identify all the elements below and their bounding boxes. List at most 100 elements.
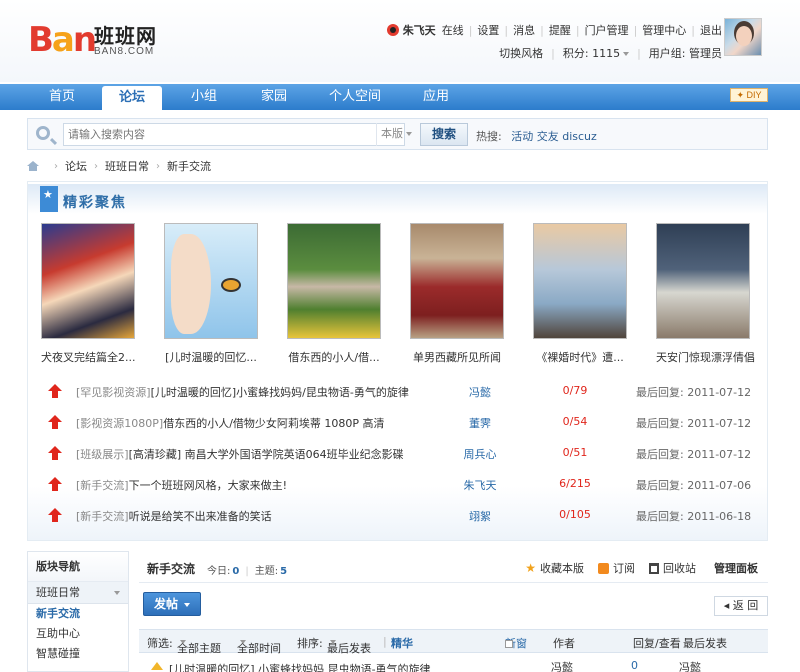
search-icon [36,126,50,140]
featured-pic[interactable]: 《裸婚时代》遭... [533,223,627,365]
featured-thumbnail[interactable] [287,223,381,339]
board-group-toggle[interactable]: 班班日常 [28,582,128,604]
last-post-column: 最后发表 [683,637,727,650]
featured-caption[interactable]: [儿时温暖的回忆... [164,349,258,365]
reminders-link[interactable]: 提醒 [549,22,571,38]
thread-category[interactable]: [罕见影视资源] [76,386,151,399]
thread-title-text[interactable]: [儿时温暖的回忆]小蜜蜂找妈妈/昆虫物语-勇气的旋律 [151,386,409,399]
hot-search-link[interactable]: discuz [562,130,597,143]
thread-last-reply: 最后回复: 2011-07-12 [636,448,752,461]
featured-thumbnail[interactable] [656,223,750,339]
settings-link[interactable]: 设置 [477,22,499,38]
thread-title[interactable]: [班级展示][高清珍藏] 南昌大学外国语学院英语064班毕业纪念影碟 [76,446,416,462]
thread-title-text[interactable]: 下一个班班网风格，大家来做主! [129,479,287,492]
thread-author[interactable]: 周兵心 [450,446,510,462]
featured-pic[interactable]: 借东西的小人/借... [287,223,381,365]
featured-pic[interactable]: 天安门惊现漂浮倩倡 [656,223,755,365]
board-nav-item[interactable]: 新手交流 [28,604,128,624]
thread-title[interactable]: [新手交流]听说是给笑不出来准备的笑话 [76,508,416,524]
diy-button[interactable]: ✦ DIY [730,88,768,102]
new-post-button[interactable]: 发帖 [143,592,201,616]
thread-title[interactable]: [儿时温暖的回忆] 小蜜蜂找妈妈 昆虫物语-勇气的旋律 [169,661,469,672]
online-status: 在线 [441,24,464,37]
search-scope-select[interactable]: 本版 [376,123,418,146]
site-logo[interactable]: Ban 班班网 BAN8.COM [28,14,168,62]
featured-thumbnail[interactable] [164,223,258,339]
divider: | [383,635,387,648]
tab-home-space[interactable]: 家园 [248,84,300,110]
admin-center-link[interactable]: 管理中心 [642,22,686,38]
tab-groups[interactable]: 小组 [178,84,230,110]
thread-reply-count: 0/105 [559,508,591,521]
avatar[interactable] [724,18,762,56]
divider: | [691,23,695,37]
manage-panel-button[interactable]: 管理面板 [714,560,758,576]
tab-personal-space[interactable]: 个人空间 [322,84,388,110]
breadcrumb-forum[interactable]: 论坛 [65,158,87,174]
featured-pic[interactable]: 单男西藏所见所闻 [410,223,504,365]
filter-digest[interactable]: 精华 [391,635,413,651]
thread-author[interactable]: 翊絮 [450,508,510,524]
thread-category[interactable]: [影视资源1080P] [76,417,163,430]
arrow-up-icon [48,446,62,460]
featured-caption[interactable]: 借东西的小人/借... [287,349,381,365]
featured-pic[interactable]: [儿时温暖的回忆... [164,223,258,365]
thread-title-text[interactable]: [高清珍藏] 南昌大学外国语学院英语064班毕业纪念影碟 [129,448,404,461]
featured-pic[interactable]: 犬夜叉完结篇全2... [41,223,136,365]
thread-title-text[interactable]: 听说是给笑不出来准备的笑话 [129,510,272,523]
thread-category[interactable]: [新手交流] [76,479,129,492]
board-nav-item[interactable]: 互助中心 [28,624,128,644]
star-badge-icon [40,186,58,212]
breadcrumb-current[interactable]: 新手交流 [167,158,211,174]
thread-last-reply: 最后回复: 2011-06-18 [636,510,752,523]
user-group-link[interactable]: 用户组: 管理员 [649,45,722,61]
featured-caption[interactable]: 天安门惊现漂浮倩倡 [656,349,755,365]
featured-thread-row: [新手交流]听说是给笑不出来准备的笑话 翊絮 0/105 最后回复: 2011-… [40,506,760,524]
new-window-toggle[interactable]: 新窗 [505,635,527,651]
points-menu[interactable]: 积分: 1115 [563,45,630,61]
tab-home[interactable]: 首页 [34,84,90,110]
search-input[interactable] [63,123,405,146]
thread-author[interactable]: 冯懿 [450,384,510,400]
header: Ban 班班网 BAN8.COM 朱飞天 在线 | 设置 | 消息 | 提醒 |… [0,0,800,82]
breadcrumb-separator: › [54,160,58,172]
featured-thumbnail[interactable] [410,223,504,339]
thread-title[interactable]: [罕见影视资源][儿时温暖的回忆]小蜜蜂找妈妈/昆虫物语-勇气的旋律 [76,384,416,400]
tab-forum[interactable]: 论坛 [102,86,162,110]
author-column: 作者 [553,637,575,650]
logout-link[interactable]: 退出 [700,22,722,38]
thread-last-reply: 最后回复: 2011-07-12 [636,417,752,430]
qq-icon [386,24,399,36]
featured-caption[interactable]: 单男西藏所见所闻 [410,349,504,365]
thread-last-reply: 最后回复: 2011-07-06 [636,479,752,492]
search-button[interactable]: 搜索 [420,123,468,146]
hot-search-link[interactable]: 交友 [537,130,559,143]
recycle-bin-button[interactable]: 回收站 [649,560,696,576]
checkbox[interactable] [505,640,513,648]
home-icon[interactable] [27,161,39,171]
back-button[interactable]: ◂ 返 回 [714,596,768,616]
tab-apps[interactable]: 应用 [410,84,462,110]
thread-last-poster[interactable]: 冯懿 [679,659,701,672]
featured-caption[interactable]: 犬夜叉完结篇全2... [41,349,136,365]
thread-title[interactable]: [影视资源1080P]借东西的小人/借物少女阿莉埃蒂 1080P 高清 [76,415,416,431]
thread-author[interactable]: 董霁 [450,415,510,431]
thread-author[interactable]: 朱飞天 [450,477,510,493]
switch-style-link[interactable]: 切换风格 [499,45,543,61]
messages-link[interactable]: 消息 [513,22,535,38]
featured-thumbnail[interactable] [41,223,135,339]
portal-admin-link[interactable]: 门户管理 [585,22,629,38]
breadcrumb-board[interactable]: 班班日常 [105,158,149,174]
board-nav-item[interactable]: 智慧碰撞 [28,644,128,664]
thread-title-text[interactable]: 借东西的小人/借物少女阿莉埃蒂 1080P 高清 [163,417,384,430]
favorite-board-button[interactable]: ★ 收藏本版 [525,560,584,576]
username-link[interactable]: 朱飞天 [403,22,436,38]
hot-search-link[interactable]: 活动 [511,130,533,143]
thread-title[interactable]: [新手交流]下一个班班网风格，大家来做主! [76,477,416,493]
subscribe-button[interactable]: 订阅 [598,560,635,576]
thread-category[interactable]: [班级展示] [76,448,129,461]
thread-author[interactable]: 冯懿 [551,659,573,672]
thread-category[interactable]: [新手交流] [76,510,129,523]
featured-thumbnail[interactable] [533,223,627,339]
featured-caption[interactable]: 《裸婚时代》遭... [533,349,627,365]
